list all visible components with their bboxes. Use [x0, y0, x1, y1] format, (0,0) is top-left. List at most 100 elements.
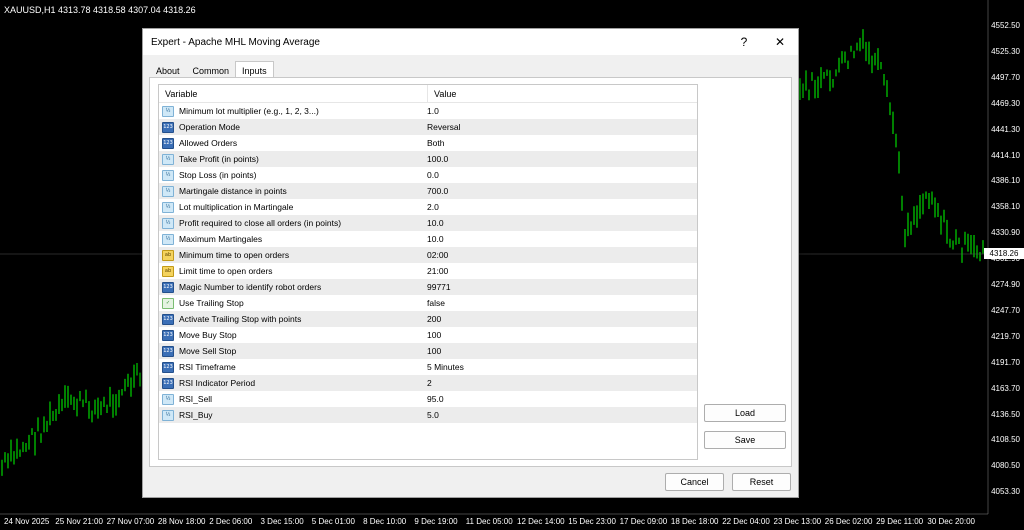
table-row[interactable]: 123 Allowed Orders Both [159, 135, 697, 151]
table-row[interactable]: ½ Maximum Martingales 10.0 [159, 231, 697, 247]
table-row[interactable]: 123 Move Buy Stop 100 [159, 327, 697, 343]
value-cell[interactable]: 21:00 [421, 266, 448, 276]
current-price-label: 4318.26 [984, 248, 1024, 259]
table-row[interactable]: 123 Operation Mode Reversal [159, 119, 697, 135]
variable-label: RSI Indicator Period [179, 378, 256, 388]
price-tick-label: 4219.70 [991, 331, 1020, 341]
time-tick-label: 22 Dec 04:00 [722, 517, 770, 526]
value-cell[interactable]: 10.0 [421, 218, 444, 228]
table-row[interactable]: ab Minimum time to open orders 02:00 [159, 247, 697, 263]
integer-type-icon: 123 [162, 377, 174, 389]
integer-type-icon: 123 [162, 361, 174, 373]
inputs-panel: Variable Value ½ Minimum lot multiplier (… [149, 77, 792, 467]
variable-cell: 123 RSI Timeframe [159, 361, 421, 373]
table-row[interactable]: 123 RSI Indicator Period 2 [159, 375, 697, 391]
time-tick-label: 29 Dec 11:00 [876, 517, 924, 526]
price-tick-label: 4080.50 [991, 461, 1020, 471]
time-tick-label: 5 Dec 01:00 [311, 517, 355, 526]
value-cell[interactable]: false [421, 298, 445, 308]
integer-type-icon: 123 [162, 281, 174, 293]
value-cell[interactable]: 02:00 [421, 250, 448, 260]
value-cell[interactable]: 10.0 [421, 234, 444, 244]
variable-label: Take Profit (in points) [179, 154, 259, 164]
variable-label: Martingale distance in points [179, 186, 287, 196]
table-row[interactable]: ½ RSI_Sell 95.0 [159, 391, 697, 407]
variable-cell: 123 Allowed Orders [159, 137, 421, 149]
value-cell[interactable]: 95.0 [421, 394, 444, 404]
variable-label: Activate Trailing Stop with points [179, 314, 302, 324]
table-row[interactable]: ½ Profit required to close all orders (in… [159, 215, 697, 231]
price-tick-label: 4108.50 [991, 435, 1020, 445]
table-row[interactable]: ½ Stop Loss (in points) 0.0 [159, 167, 697, 183]
price-tick-label: 4136.50 [991, 409, 1020, 419]
value-cell[interactable]: 2 [421, 378, 432, 388]
variable-label: RSI_Sell [179, 394, 213, 404]
table-row[interactable]: ½ RSI_Buy 5.0 [159, 407, 697, 423]
reset-button[interactable]: Reset [732, 473, 791, 491]
variable-label: Magic Number to identify robot orders [179, 282, 322, 292]
value-cell[interactable]: 5.0 [421, 410, 439, 420]
variable-cell: ½ Lot multiplication in Martingale [159, 201, 421, 213]
table-row[interactable]: ½ Minimum lot multiplier (e.g., 1, 2, 3..… [159, 103, 697, 119]
save-button[interactable]: Save [704, 431, 786, 449]
dialog-title: Expert - Apache MHL Moving Average [151, 36, 320, 48]
table-row[interactable]: 123 RSI Timeframe 5 Minutes [159, 359, 697, 375]
variable-label: Operation Mode [179, 122, 240, 132]
table-header: Variable Value [159, 85, 697, 103]
integer-type-icon: 123 [162, 313, 174, 325]
price-tick-label: 4358.10 [991, 202, 1020, 212]
dialog-titlebar[interactable]: Expert - Apache MHL Moving Average ? ✕ [143, 29, 798, 55]
load-button[interactable]: Load [704, 404, 786, 422]
value-cell[interactable]: 100.0 [421, 154, 448, 164]
table-row[interactable]: 123 Magic Number to identify robot orders… [159, 279, 697, 295]
value-cell[interactable]: 0.0 [421, 170, 439, 180]
integer-type-icon: 123 [162, 345, 174, 357]
variable-label: Limit time to open orders [179, 266, 273, 276]
table-row[interactable]: ½ Martingale distance in points 700.0 [159, 183, 697, 199]
value-cell[interactable]: 99771 [421, 282, 451, 292]
time-tick-label: 18 Dec 18:00 [670, 517, 719, 526]
time-tick-label: 2 Dec 06:00 [209, 517, 253, 526]
variable-cell: ✓ Use Trailing Stop [159, 297, 421, 309]
time-tick-label: 26 Dec 02:00 [824, 517, 873, 526]
variable-column-header[interactable]: Variable [159, 85, 428, 102]
time-tick-label: 27 Nov 07:00 [106, 517, 155, 526]
variable-cell: ½ Maximum Martingales [159, 233, 421, 245]
value-cell[interactable]: 100 [421, 330, 441, 340]
value-cell[interactable]: 5 Minutes [421, 362, 464, 372]
string-type-icon: ab [162, 265, 174, 277]
variable-cell: 123 Operation Mode [159, 121, 421, 133]
value-cell[interactable]: Reversal [421, 122, 461, 132]
table-body: ½ Minimum lot multiplier (e.g., 1, 2, 3..… [159, 103, 697, 423]
value-cell[interactable]: 200 [421, 314, 441, 324]
table-row[interactable]: ✓ Use Trailing Stop false [159, 295, 697, 311]
variable-cell: ½ Stop Loss (in points) [159, 169, 421, 181]
variable-cell: 123 Move Sell Stop [159, 345, 421, 357]
value-cell[interactable]: 700.0 [421, 186, 448, 196]
integer-type-icon: 123 [162, 329, 174, 341]
table-row[interactable]: ab Limit time to open orders 21:00 [159, 263, 697, 279]
variable-cell: ab Limit time to open orders [159, 265, 421, 277]
table-row[interactable]: 123 Move Sell Stop 100 [159, 343, 697, 359]
variable-label: Stop Loss (in points) [179, 170, 257, 180]
price-tick-label: 4163.70 [991, 383, 1020, 393]
string-type-icon: ab [162, 249, 174, 261]
help-icon[interactable]: ? [726, 35, 762, 49]
variable-cell: ½ RSI_Buy [159, 409, 421, 421]
table-row[interactable]: ½ Lot multiplication in Martingale 2.0 [159, 199, 697, 215]
table-row[interactable]: 123 Activate Trailing Stop with points 200 [159, 311, 697, 327]
close-icon[interactable]: ✕ [762, 35, 798, 49]
cancel-button[interactable]: Cancel [665, 473, 724, 491]
value-cell[interactable]: 1.0 [421, 106, 439, 116]
value-column-header[interactable]: Value [428, 89, 456, 99]
variable-label: Move Sell Stop [179, 346, 237, 356]
value-cell[interactable]: 100 [421, 346, 441, 356]
price-tick-label: 4274.90 [991, 280, 1020, 289]
table-row[interactable]: ½ Take Profit (in points) 100.0 [159, 151, 697, 167]
value-cell[interactable]: Both [421, 138, 445, 148]
value-cell[interactable]: 2.0 [421, 202, 439, 212]
time-tick-label: 25 Nov 21:00 [55, 517, 103, 526]
time-tick-label: 8 Dec 10:00 [363, 517, 407, 526]
integer-type-icon: 123 [162, 137, 174, 149]
variable-cell: 123 Magic Number to identify robot orders [159, 281, 421, 293]
